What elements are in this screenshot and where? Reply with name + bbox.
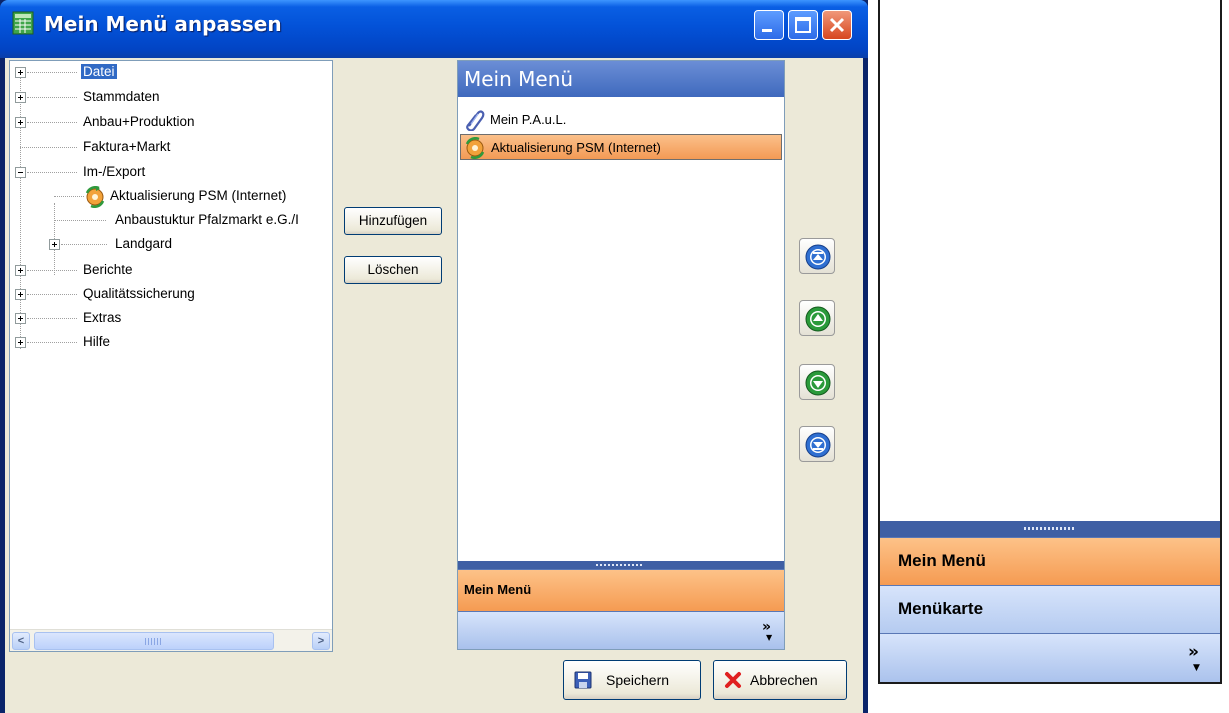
title-bar[interactable]: Mein Menü anpassen (0, 0, 868, 58)
tree-item-label: Anbau+Produktion (83, 114, 195, 129)
move-bottom-button[interactable] (799, 426, 835, 462)
chevron-double-right-icon[interactable]: » (762, 620, 771, 634)
my-menu-header: Mein Menü (458, 61, 784, 97)
tree-branch-line (27, 342, 77, 343)
save-button[interactable]: Speichern (563, 660, 701, 700)
floppy-disk-icon (574, 671, 592, 689)
tree-branch-line (27, 270, 77, 271)
chevron-down-icon: ▼ (1193, 663, 1200, 673)
scroll-right-button[interactable]: > (312, 632, 330, 650)
menu-tree[interactable]: Datei Stammdaten Anbau+Produktion Faktur… (10, 61, 332, 621)
spreadsheet-icon (12, 11, 34, 35)
tree-item-label: Aktualisierung PSM (Internet) (110, 188, 287, 203)
nav-item-menuekarte[interactable]: Menükarte (880, 585, 1220, 633)
update-gear-icon (85, 186, 105, 208)
move-top-icon (805, 244, 831, 270)
add-button[interactable]: Hinzufügen (344, 207, 442, 235)
my-menu-panel: Mein Menü Mein P.A.u.L. Aktualisierung P… (457, 60, 785, 650)
tree-item-label: Datei (81, 64, 117, 79)
tree-branch-line (27, 122, 77, 123)
tree-branch-line (27, 97, 77, 98)
expand-icon[interactable] (15, 117, 26, 128)
my-menu-item-label: Aktualisierung PSM (Internet) (491, 140, 661, 155)
my-menu-splitter[interactable] (458, 561, 784, 569)
chevron-left-icon: < (17, 635, 25, 647)
red-x-icon (725, 672, 741, 688)
tree-branch-line (27, 72, 77, 73)
cancel-button-label: Abbrechen (750, 672, 818, 688)
nav-item-mein-menue[interactable]: Mein Menü (880, 537, 1220, 585)
my-menu-item-aktualisierung-psm[interactable]: Aktualisierung PSM (Internet) (460, 134, 782, 160)
tree-branch-line (27, 172, 77, 173)
scroll-left-button[interactable]: < (12, 632, 30, 650)
maximize-icon (795, 17, 811, 33)
side-panel-overflow-bar[interactable]: » ▼ (880, 633, 1220, 682)
tree-item-label: Im-/Export (83, 164, 146, 179)
minimize-button[interactable] (754, 10, 784, 40)
move-up-button[interactable] (799, 300, 835, 336)
expand-icon[interactable] (15, 313, 26, 324)
tree-branch-line (54, 196, 84, 197)
move-top-button[interactable] (799, 238, 835, 274)
tree-item-label: Berichte (83, 262, 133, 277)
tree-branch-line (27, 318, 77, 319)
side-panel-splitter[interactable] (880, 521, 1220, 537)
chevron-down-icon: ▼ (766, 633, 773, 642)
paperclip-icon (466, 110, 485, 131)
expand-icon[interactable] (49, 239, 60, 250)
update-gear-icon (465, 137, 485, 159)
tree-item-label: Hilfe (83, 334, 111, 349)
customize-menu-dialog: Mein Menü anpassen Datei Stammdaten Anba… (0, 0, 868, 713)
my-menu-item-label: Mein P.A.u.L. (490, 112, 567, 127)
move-down-button[interactable] (799, 364, 835, 400)
tree-item-label: Stammdaten (83, 89, 160, 104)
tree-item-label: Qualitätssicherung (83, 286, 195, 301)
expand-icon[interactable] (15, 337, 26, 348)
tree-horizontal-scrollbar[interactable]: < > (10, 629, 332, 651)
expand-icon[interactable] (15, 92, 26, 103)
move-down-icon (805, 370, 831, 396)
expand-icon[interactable] (15, 67, 26, 78)
tree-branch-line (20, 147, 77, 148)
collapse-icon[interactable] (15, 167, 26, 178)
menu-tree-panel: Datei Stammdaten Anbau+Produktion Faktur… (9, 60, 333, 652)
dialog-client-area: Datei Stammdaten Anbau+Produktion Faktur… (5, 58, 863, 713)
scrollbar-thumb[interactable] (34, 632, 274, 650)
expand-icon[interactable] (15, 265, 26, 276)
chevron-double-right-icon[interactable]: » (1188, 644, 1199, 661)
navigation-side-panel: Mein Menü Menükarte » ▼ (878, 0, 1222, 684)
delete-button[interactable]: Löschen (344, 256, 442, 284)
my-menu-overflow-bar[interactable]: » ▼ (458, 611, 784, 649)
expand-icon[interactable] (15, 289, 26, 300)
my-menu-item-mein-paul[interactable]: Mein P.A.u.L. (460, 107, 782, 133)
close-button[interactable] (822, 10, 852, 40)
my-menu-nav-button[interactable]: Mein Menü (458, 569, 784, 611)
minimize-icon (762, 29, 772, 32)
tree-connector (20, 73, 21, 349)
tree-item-label: Extras (83, 310, 122, 325)
tree-item-label: Faktura+Markt (83, 139, 171, 154)
cancel-button[interactable]: Abbrechen (713, 660, 847, 700)
tree-item-label: Anbaustuktur Pfalzmarkt e.G./I (115, 212, 299, 227)
close-icon (829, 17, 845, 33)
chevron-right-icon: > (317, 635, 325, 647)
save-button-label: Speichern (606, 672, 670, 688)
tree-branch-line (61, 244, 107, 245)
tree-branch-line (54, 220, 106, 221)
move-bottom-icon (805, 432, 831, 458)
window-title: Mein Menü anpassen (44, 12, 282, 36)
tree-branch-line (27, 294, 77, 295)
maximize-button[interactable] (788, 10, 818, 40)
move-up-icon (805, 306, 831, 332)
tree-item-label: Landgard (115, 236, 173, 251)
